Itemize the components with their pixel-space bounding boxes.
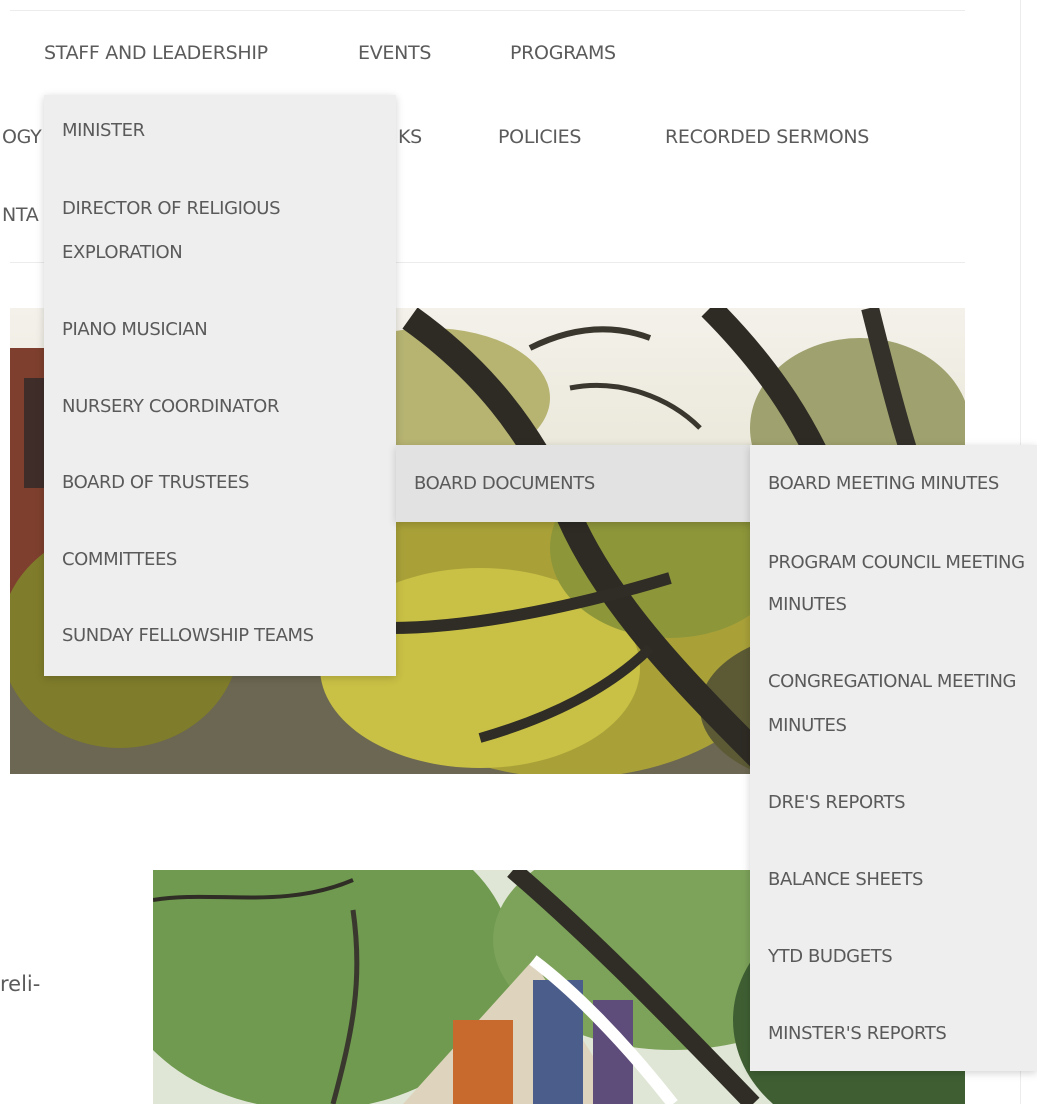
staff-leadership-dropdown: MINISTER DIRECTOR OF RELIGIOUS EXPLORATI… <box>44 95 396 676</box>
menu-item-committees[interactable]: COMMITTEES <box>44 538 396 582</box>
menu-item-director-of-religious-exploration-line2[interactable]: EXPLORATION <box>44 231 396 275</box>
menu-item-dres-reports[interactable]: DRE'S REPORTS <box>750 781 1037 825</box>
nav-recorded-sermons[interactable]: RECORDED SERMONS <box>665 126 869 148</box>
nav-staff-and-leadership[interactable]: STAFF AND LEADERSHIP <box>44 42 268 64</box>
top-divider <box>10 10 965 11</box>
menu-item-nursery-coordinator[interactable]: NURSERY COORDINATOR <box>44 385 396 429</box>
board-documents-submenu: BOARD MEETING MINUTES PROGRAM COUNCIL ME… <box>750 445 1037 1071</box>
menu-item-ytd-budgets[interactable]: YTD BUDGETS <box>750 935 1037 979</box>
menu-item-board-documents[interactable]: BOARD DOCUMENTS <box>396 445 756 522</box>
menu-item-congregational-meeting-minutes[interactable]: CONGREGATIONAL MEETING <box>750 660 1037 704</box>
menu-item-minister[interactable]: MINISTER <box>44 109 396 153</box>
menu-item-piano-musician[interactable]: PIANO MUSICIAN <box>44 308 396 352</box>
menu-item-director-of-religious-exploration[interactable]: DIRECTOR OF RELIGIOUS <box>44 187 396 231</box>
nav-policies[interactable]: POLICIES <box>498 126 581 148</box>
nav-item-truncated-2[interactable]: KS <box>398 126 422 148</box>
menu-item-minsters-reports[interactable]: MINSTER'S REPORTS <box>750 1012 1037 1056</box>
body-text-fragment: reli- <box>0 972 41 996</box>
board-of-trustees-submenu: BOARD DOCUMENTS <box>396 445 756 522</box>
menu-item-program-council-meeting-minutes[interactable]: PROGRAM COUNCIL MEETING <box>750 541 1037 585</box>
page: STAFF AND LEADERSHIP EVENTS PROGRAMS OGY… <box>0 0 1037 1104</box>
nav-item-truncated-3[interactable]: NTA <box>2 204 39 226</box>
menu-item-sunday-fellowship-teams[interactable]: SUNDAY FELLOWSHIP TEAMS <box>44 614 396 658</box>
menu-item-balance-sheets[interactable]: BALANCE SHEETS <box>750 858 1037 902</box>
menu-item-program-council-meeting-minutes-line2[interactable]: MINUTES <box>750 583 1037 627</box>
menu-item-congregational-meeting-minutes-line2[interactable]: MINUTES <box>750 704 1037 748</box>
nav-item-truncated-1[interactable]: OGY <box>2 126 42 148</box>
nav-programs[interactable]: PROGRAMS <box>510 42 616 64</box>
nav-events[interactable]: EVENTS <box>358 42 431 64</box>
menu-item-board-of-trustees[interactable]: BOARD OF TRUSTEES <box>44 461 396 505</box>
menu-item-board-meeting-minutes[interactable]: BOARD MEETING MINUTES <box>750 462 1037 506</box>
